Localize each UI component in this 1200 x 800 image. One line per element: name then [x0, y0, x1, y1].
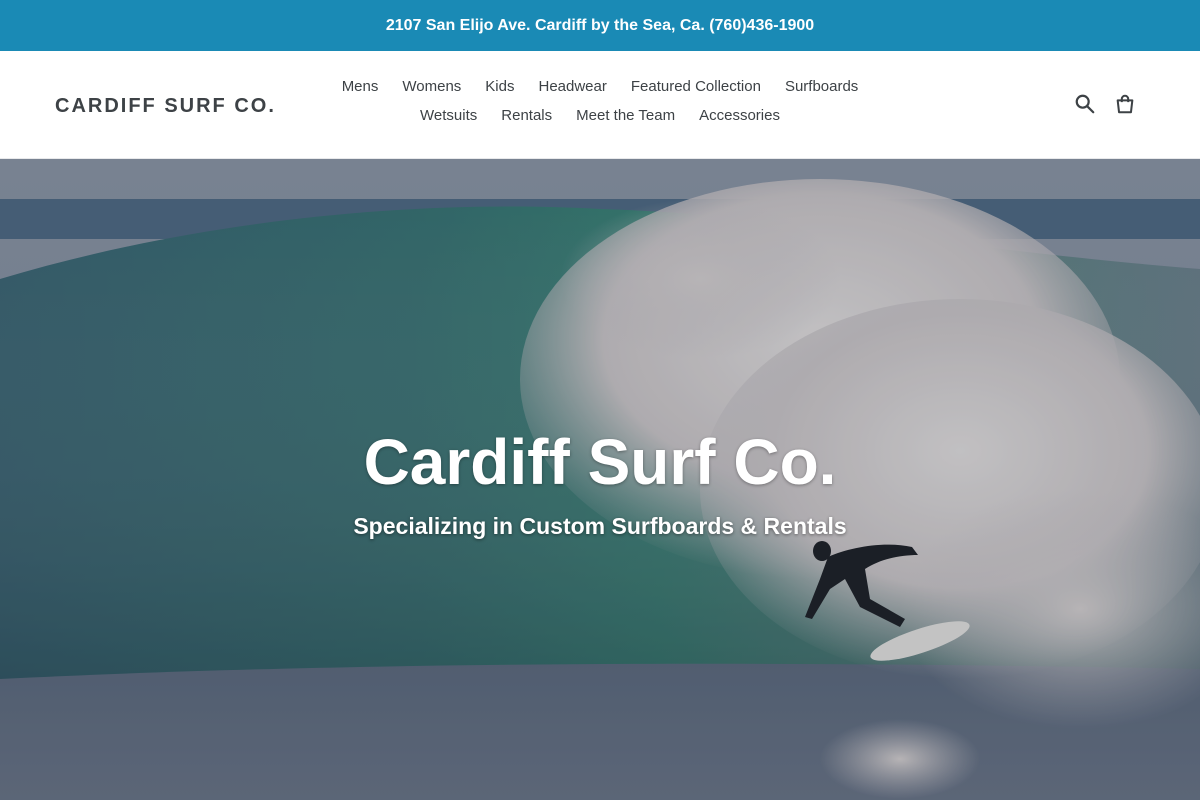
nav-item-kids[interactable]: Kids: [473, 77, 526, 97]
hero-title: Cardiff Surf Co.: [363, 426, 837, 498]
main-nav: Mens Womens Kids Headwear Featured Colle…: [300, 77, 900, 126]
nav-item-headwear[interactable]: Headwear: [526, 77, 618, 97]
nav-item-wetsuits[interactable]: Wetsuits: [408, 106, 489, 126]
nav-item-featured-collection[interactable]: Featured Collection: [619, 77, 773, 97]
cart-icon[interactable]: [1114, 93, 1136, 115]
nav-item-mens[interactable]: Mens: [330, 77, 391, 97]
nav-row-2: Wetsuits Rentals Meet the Team Accessori…: [408, 106, 792, 126]
announcement-text[interactable]: 2107 San Elijo Ave. Cardiff by the Sea, …: [386, 17, 814, 35]
site-logo[interactable]: CARDIFF SURF CO.: [55, 95, 276, 118]
announcement-bar: 2107 San Elijo Ave. Cardiff by the Sea, …: [0, 0, 1200, 51]
nav-item-accessories[interactable]: Accessories: [687, 106, 792, 126]
nav-row-1: Mens Womens Kids Headwear Featured Colle…: [330, 77, 871, 97]
nav-item-meet-the-team[interactable]: Meet the Team: [564, 106, 687, 126]
nav-item-surfboards[interactable]: Surfboards: [773, 77, 870, 97]
nav-item-rentals[interactable]: Rentals: [489, 106, 564, 126]
hero-content: Cardiff Surf Co. Specializing in Custom …: [0, 424, 1200, 540]
site-header: CARDIFF SURF CO. Mens Womens Kids Headwe…: [0, 51, 1200, 159]
nav-item-womens[interactable]: Womens: [390, 77, 473, 97]
hero-banner: Cardiff Surf Co. Specializing in Custom …: [0, 159, 1200, 800]
header-icons: [1074, 93, 1136, 115]
hero-subtitle: Specializing in Custom Surfboards & Rent…: [353, 513, 847, 539]
search-icon[interactable]: [1074, 93, 1096, 115]
